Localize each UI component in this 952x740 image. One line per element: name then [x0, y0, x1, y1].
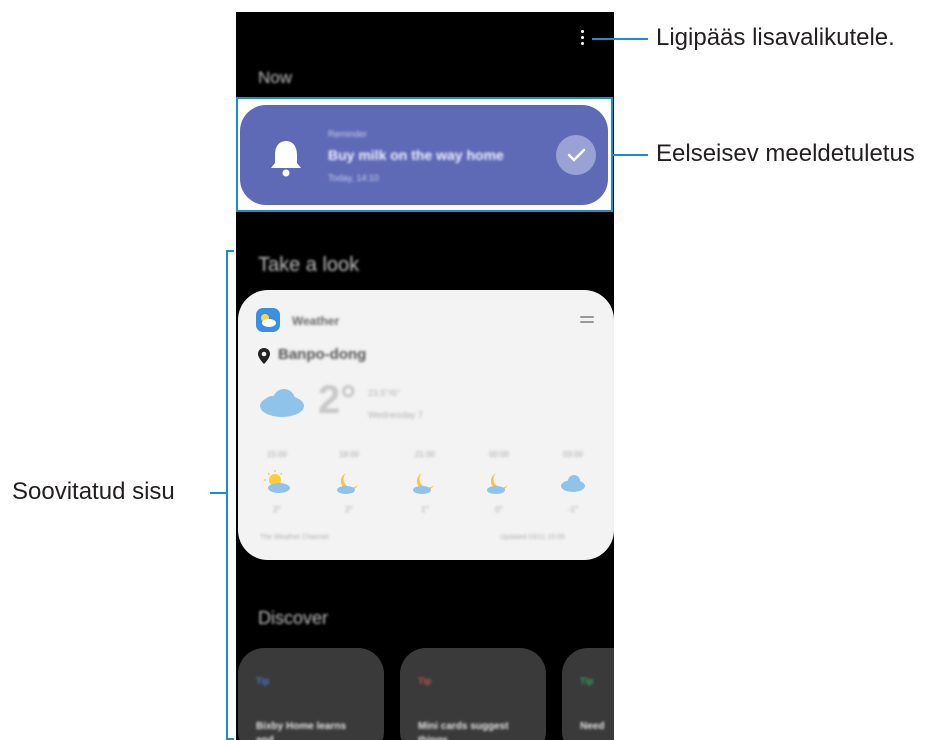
discover-card[interactable]: Tip Bixby Home learns and [238, 648, 384, 740]
current-temperature: 2° [318, 378, 357, 422]
section-now-heading: Now [258, 68, 293, 87]
check-icon [567, 148, 586, 162]
weather-date: Wednesday 7 [368, 410, 423, 420]
weather-location: Banpo-dong [278, 346, 367, 363]
forecast-hour: 21:00 1° [400, 450, 450, 514]
weather-card-menu-icon[interactable] [580, 316, 594, 324]
card-tag: Tip [580, 676, 594, 686]
card-title: Need [580, 721, 605, 732]
callout-line-recommended [210, 492, 226, 494]
section-discover-heading: Discover [258, 608, 329, 628]
complete-button[interactable] [556, 135, 596, 175]
weather-updated: Updated 03/11 15:05 [500, 534, 565, 541]
weather-source: The Weather Channel [260, 534, 329, 541]
moon-icon [400, 469, 450, 497]
temperature-range: 23.5°/6° [368, 388, 401, 398]
forecast-hour: 03:00 -1° [548, 450, 598, 514]
moon-icon [324, 469, 374, 497]
weather-app-name: Weather [292, 314, 340, 328]
reminder-highlight: Reminder Buy milk on the way home Today,… [236, 97, 613, 212]
bell-icon [268, 137, 304, 182]
forecast-hour: 15:00 2° [252, 450, 302, 514]
section-take-a-look-heading: Take a look [258, 254, 360, 276]
bixby-home-screen: Now Reminder Buy milk on the way home To… [236, 12, 614, 740]
recommended-content-bracket [226, 250, 234, 740]
reminder-time: Today, 14:10 [328, 173, 379, 183]
sun-cloud-icon [252, 469, 302, 497]
cloud-icon [548, 469, 598, 497]
callout-line-reminder [612, 154, 648, 156]
reminder-card[interactable]: Reminder Buy milk on the way home Today,… [240, 105, 608, 205]
moon-icon [474, 469, 524, 497]
location-pin-icon [258, 348, 270, 369]
weather-app-icon [256, 308, 280, 332]
reminder-title: Buy milk on the way home [328, 147, 504, 163]
callout-more-options: Ligipääs lisavalikutele. [656, 24, 895, 51]
cloud-icon [258, 388, 308, 423]
card-tag: Tip [256, 676, 270, 686]
discover-card[interactable]: Tip Mini cards suggest things [400, 648, 546, 740]
card-title: Bixby Home learns and [256, 721, 347, 740]
forecast-hour: 18:00 2° [324, 450, 374, 514]
weather-card[interactable]: Weather Banpo-dong 2° 23.5°/6° Wednesday… [238, 290, 614, 560]
forecast-hour: 00:00 0° [474, 450, 524, 514]
callout-line-more-options [592, 38, 648, 40]
callout-recommended-content: Soovitatud sisu [12, 478, 175, 505]
card-title: Mini cards suggest things [418, 721, 509, 740]
reminder-category: Reminder [328, 129, 368, 139]
more-options-icon[interactable] [579, 30, 587, 52]
card-tag: Tip [418, 676, 432, 686]
callout-upcoming-reminder: Eelseisev meeldetuletus [656, 140, 915, 167]
discover-card[interactable]: Tip Need [562, 648, 614, 740]
